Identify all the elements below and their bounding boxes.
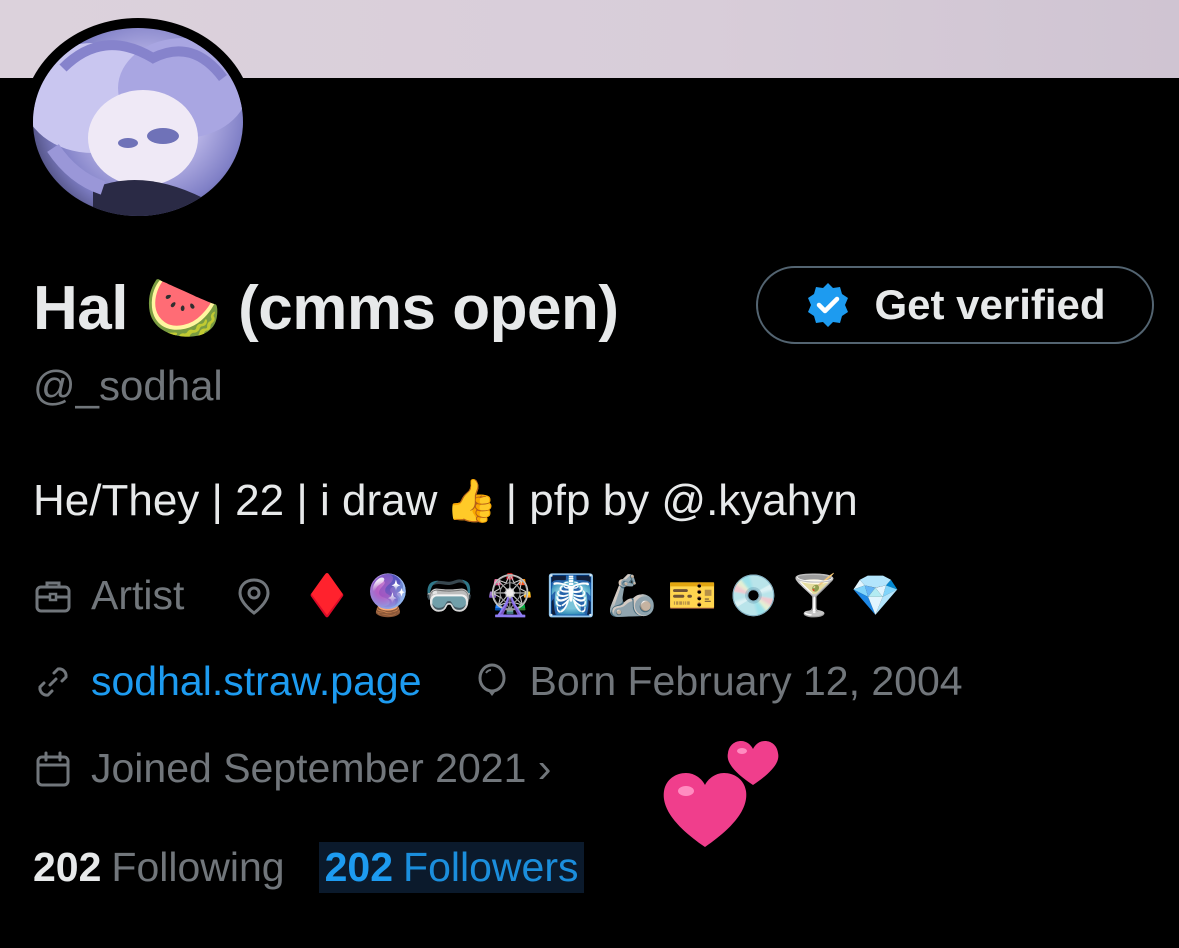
avatar-image	[33, 28, 243, 216]
following-label: Following	[111, 844, 285, 890]
bio-text-1: He/They | 22 | i draw	[33, 476, 438, 525]
followers-label: Followers	[403, 844, 579, 890]
following-link[interactable]: 202 Following	[33, 844, 285, 891]
get-verified-button[interactable]: Get verified	[756, 266, 1154, 344]
category-label: Artist	[91, 572, 185, 618]
verified-badge-icon	[808, 283, 849, 327]
followers-count: 202	[324, 844, 394, 890]
bio: He/They | 22 | i draw 👍 | pfp by @.kyahy…	[33, 476, 858, 526]
two-hearts-icon	[660, 735, 780, 855]
following-count: 202	[33, 844, 102, 890]
avatar[interactable]	[22, 18, 254, 226]
joined-text[interactable]: Joined September 2021 ›	[91, 745, 551, 792]
website-link[interactable]: sodhal.straw.page	[91, 658, 422, 705]
location-emojis: ♦️ 🔮 🥽 🎡 🩻 🦾 🎫 💿 🍸 💎	[302, 574, 901, 618]
balloon-icon	[478, 663, 506, 696]
bio-text-2: | pfp by @.kyahyn	[505, 476, 858, 525]
display-name: Hal 🍉 (cmms open)	[33, 273, 619, 343]
briefcase-icon	[35, 581, 71, 612]
get-verified-label: Get verified	[874, 281, 1106, 328]
calendar-icon	[36, 751, 70, 786]
location-pin-icon	[238, 577, 270, 615]
meta-row-link-birthday: sodhal.straw.page Born February 12, 2004	[33, 658, 963, 705]
display-name-row: Hal 🍉 (cmms open)	[33, 268, 619, 348]
meta-row-category: Artist ♦️ 🔮 🥽 🎡 🩻 🦾 🎫 💿 🍸 💎	[33, 572, 900, 619]
birthday-text: Born February 12, 2004	[529, 658, 963, 704]
link-icon	[38, 666, 68, 697]
follow-stats: 202 Following 202 Followers	[33, 842, 585, 893]
handle: @_sodhal	[33, 362, 223, 409]
meta-row-joined: Joined September 2021 ›	[33, 745, 551, 792]
thumbs-up-emoji: 👍	[445, 476, 498, 524]
followers-link[interactable]: 202 Followers	[318, 842, 585, 893]
